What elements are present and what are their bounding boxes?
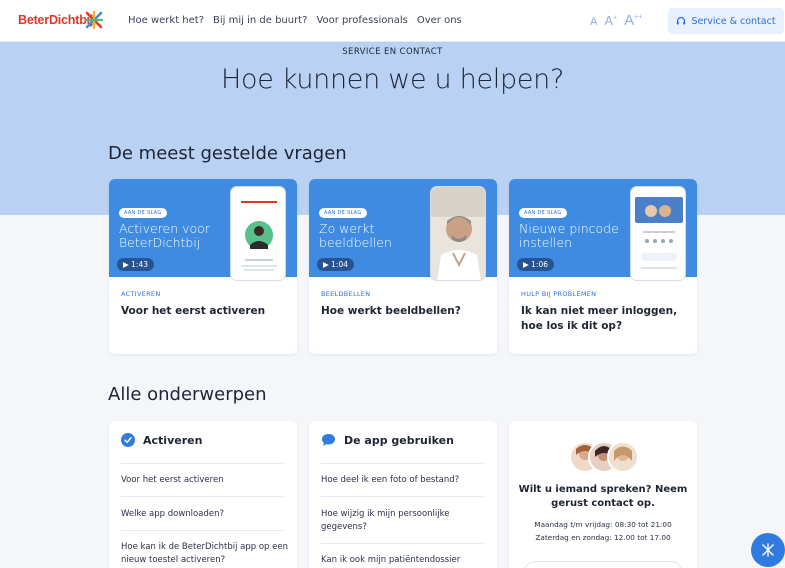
topic-panel-header: Activeren [121, 433, 202, 447]
topic-panel-title: De app gebruiken [344, 433, 454, 447]
font-size-large-button[interactable]: A+ [604, 13, 617, 28]
divider [321, 496, 485, 497]
contact-title: Wilt u iemand spreken? Neem gerust conta… [518, 484, 688, 509]
topic-panel-header: De app gebruiken [321, 433, 454, 447]
main-nav: Hoe werkt het? Bij mij in de buurt? Voor… [128, 15, 471, 26]
phone-mockup [430, 186, 486, 281]
card-category: BEELDBELLEN [321, 290, 371, 298]
video-thumbnail[interactable]: AAN DE SLAG Zo werkt beeldbellen ▶ 1:04 [309, 179, 497, 281]
phone-mockup [630, 186, 686, 281]
topic-panel-app-gebruiken: De app gebruiken Hoe deel ik een foto of… [309, 421, 497, 568]
card-question[interactable]: Voor het eerst activeren [121, 304, 289, 319]
nav-link-voor-professionals[interactable]: Voor professionals [316, 15, 407, 26]
divider [321, 543, 485, 544]
video-title: Activeren voor BeterDichtbij [119, 221, 210, 250]
video-badge: AAN DE SLAG [319, 208, 367, 218]
faq-card-hulp-bij-problemen[interactable]: AAN DE SLAG Nieuwe pincode instellen ▶ 1… [509, 179, 697, 354]
contact-panel: Wilt u iemand spreken? Neem gerust conta… [509, 421, 697, 568]
topic-panel-title: Activeren [143, 433, 203, 447]
hours-weekend: Zaterdag en zondag: 12.00 tot 17.00 [535, 533, 671, 542]
video-duration: ▶ 1:06 [517, 258, 554, 271]
brand-mark-icon [762, 543, 774, 557]
pincode-screen-illustration [631, 187, 685, 280]
card-category: ACTIVEREN [121, 290, 161, 298]
service-contact-button[interactable]: Service & contact [668, 8, 784, 34]
topic-link[interactable]: Voor het eerst activeren [121, 474, 289, 487]
phone-screen-illustration [231, 187, 285, 280]
nav-link-over-ons[interactable]: Over ons [417, 15, 462, 26]
headset-icon [677, 16, 686, 25]
faq-card-beeldbellen[interactable]: AAN DE SLAG Zo werkt beeldbellen ▶ 1:04 … [309, 179, 497, 354]
check-circle-icon [121, 433, 135, 447]
phone-mockup [230, 186, 286, 281]
top-navigation-bar: BeterDichtbij Hoe werkt het? Bij mij in … [0, 0, 785, 42]
chat-bubble-icon [322, 434, 335, 446]
video-badge: AAN DE SLAG [519, 208, 567, 218]
card-question[interactable]: Hoe werkt beeldbellen? [321, 304, 489, 319]
video-title: Zo werkt beeldbellen [319, 221, 392, 250]
font-size-normal-button[interactable]: A [590, 16, 597, 28]
divider [121, 530, 285, 531]
video-duration: ▶ 1:04 [317, 258, 354, 271]
opening-hours: Maandag t/m vrijdag: 08:30 tot 21:00 Zat… [509, 518, 697, 544]
font-size-controls: A A+ A++ [590, 12, 642, 29]
font-size-xlarge-button[interactable]: A++ [624, 12, 642, 29]
topic-link[interactable]: Hoe wijzig ik mijn persoonlijke gegevens… [321, 508, 489, 534]
topic-link[interactable]: Hoe deel ik een foto of bestand? [321, 474, 489, 487]
service-contact-label: Service & contact [691, 15, 776, 27]
page-title: Hoe kunnen we u helpen? [221, 64, 564, 95]
topic-link[interactable]: Hoe kan ik de BeterDichtbij app op een n… [121, 541, 289, 567]
faq-card-activeren[interactable]: AAN DE SLAG Activeren voor BeterDichtbij… [109, 179, 297, 354]
video-duration: ▶ 1:43 [117, 258, 154, 271]
topics-heading: Alle onderwerpen [108, 384, 267, 405]
divider [321, 463, 485, 464]
divider [121, 496, 285, 497]
nav-link-bij-mij-in-de-buurt[interactable]: Bij mij in de buurt? [213, 15, 307, 26]
brand-logo[interactable]: BeterDichtbij [18, 13, 93, 27]
floating-help-button[interactable] [751, 533, 785, 567]
video-thumbnail[interactable]: AAN DE SLAG Activeren voor BeterDichtbij… [109, 179, 297, 281]
support-team-avatars [569, 441, 639, 473]
topic-link[interactable]: Kan ik ook mijn patiëntendossier [321, 554, 489, 567]
topic-link[interactable]: Welke app downloaden? [121, 508, 289, 521]
hours-weekday: Maandag t/m vrijdag: 08:30 tot 21:00 [534, 520, 672, 529]
card-category: HULP BIJ PROBLEMEN [521, 290, 597, 298]
nav-link-hoe-werkt-het[interactable]: Hoe werkt het? [128, 15, 204, 26]
video-thumbnail[interactable]: AAN DE SLAG Nieuwe pincode instellen ▶ 1… [509, 179, 697, 281]
topic-panel-activeren: Activeren Voor het eerst activeren Welke… [109, 421, 297, 568]
hero-eyebrow: SERVICE EN CONTACT [342, 47, 443, 57]
contact-button[interactable] [523, 561, 683, 568]
card-question[interactable]: Ik kan niet meer inloggen, hoe los ik di… [521, 304, 689, 334]
divider [121, 463, 285, 464]
faq-heading: De meest gestelde vragen [108, 143, 347, 164]
video-badge: AAN DE SLAG [119, 208, 167, 218]
doctor-video-illustration [431, 187, 485, 280]
video-title: Nieuwe pincode instellen [519, 221, 619, 250]
brand-logo-icon[interactable] [84, 10, 104, 30]
